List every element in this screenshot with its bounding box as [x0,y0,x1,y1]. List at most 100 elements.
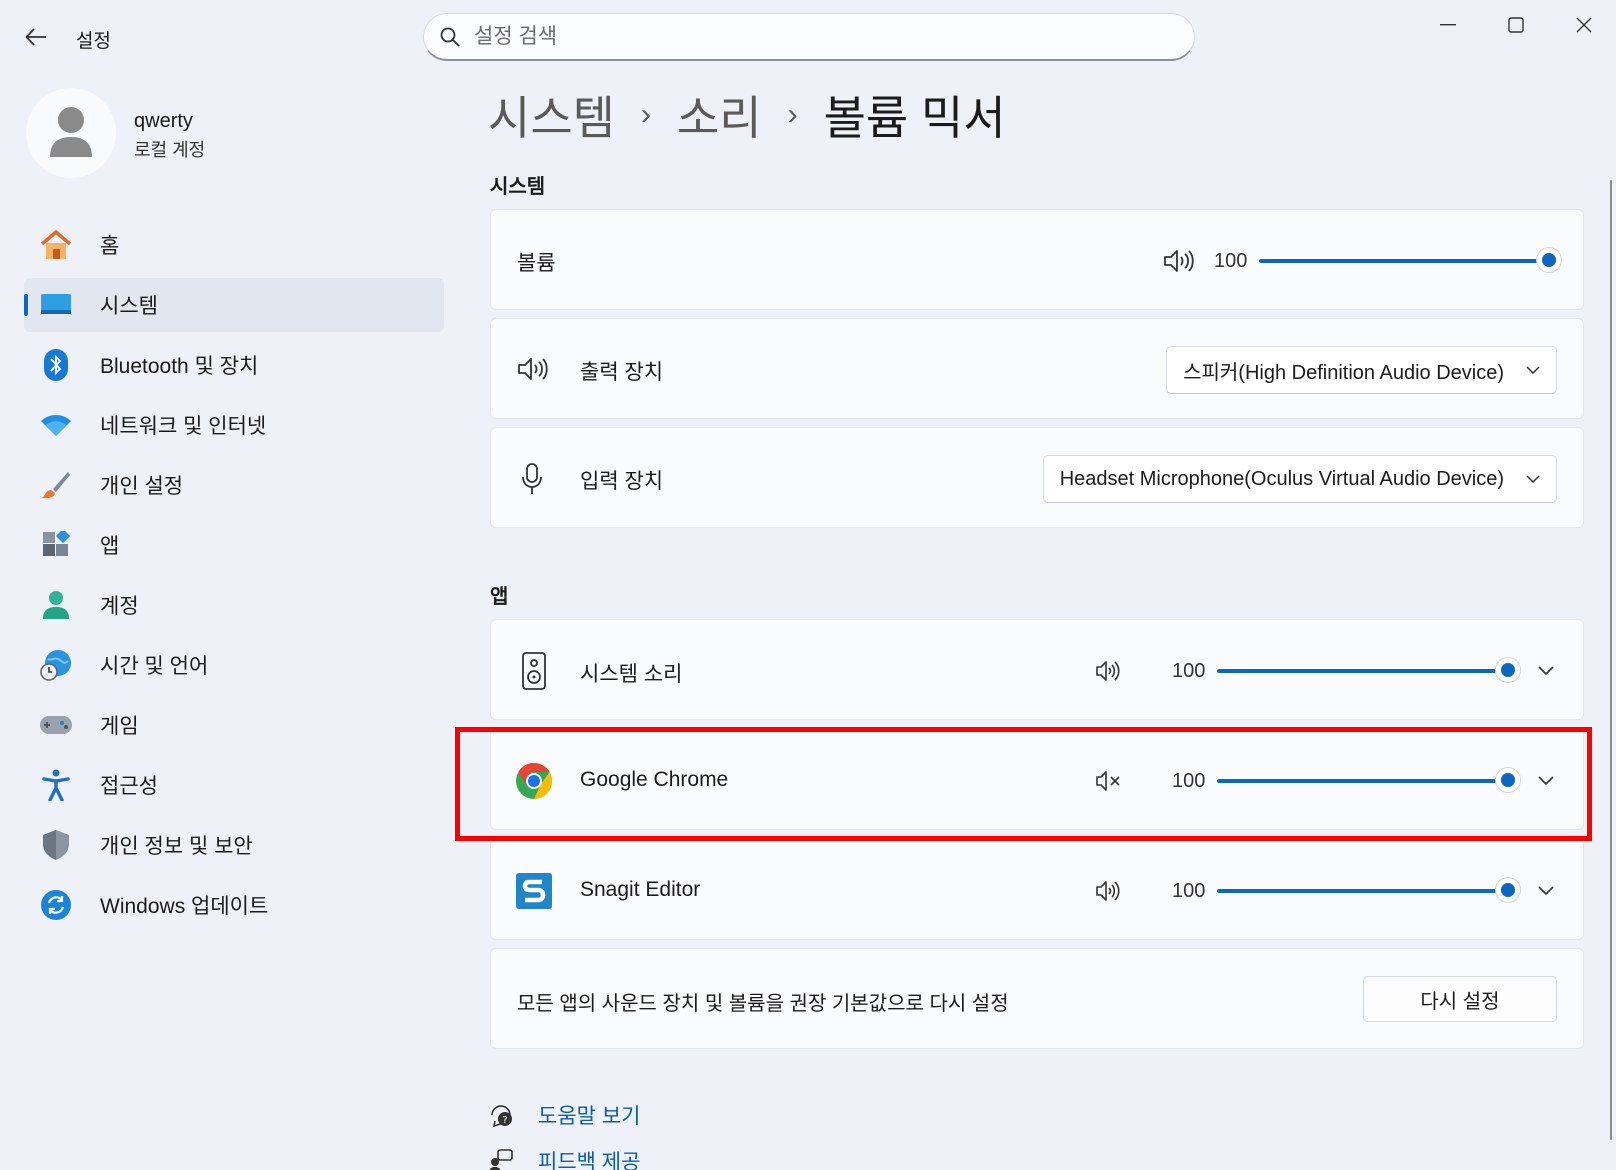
app-name: Snagit Editor [580,878,701,901]
system-icon [38,287,74,323]
reset-button[interactable]: 다시 설정 [1363,976,1557,1022]
speaker-muted-icon[interactable] [1095,770,1121,792]
sidebar-item-apps[interactable]: 앱 [24,518,444,572]
volume-slider-track[interactable] [1259,259,1549,263]
gamepad-icon [38,707,74,743]
back-button[interactable] [22,24,50,50]
input-device-dropdown[interactable]: Headset Microphone(Oculus Virtual Audio … [1042,455,1557,503]
scrollbar[interactable] [1610,180,1612,1140]
sidebar-item-privacy[interactable]: 개인 정보 및 보안 [24,818,444,872]
minimize-button[interactable] [1426,10,1470,40]
microphone-icon [522,463,542,494]
output-device-label: 출력 장치 [580,361,664,384]
search-box[interactable] [423,13,1195,61]
user-name: qwerty [134,110,193,132]
app-volume-slider-thumb[interactable] [1495,767,1521,793]
sidebar-item-system[interactable]: 시스템 [24,278,444,332]
app-volume-slider-track[interactable] [1217,779,1508,783]
search-input[interactable] [474,24,1154,49]
sidebar-item-windows-update[interactable]: Windows 업데이트 [24,878,444,932]
sidebar-item-label: 시간 및 언어 [100,655,209,678]
reset-card: 모든 앱의 사운드 장치 및 볼륨을 권장 기본값으로 다시 설정 다시 설정 [490,948,1584,1049]
wifi-icon [38,407,74,443]
sidebar-item-time-language[interactable]: 시간 및 언어 [24,638,444,692]
feedback-link-text[interactable]: 피드백 제공 [538,1146,640,1170]
svg-text:?: ? [502,1115,507,1126]
app-volume-slider-thumb[interactable] [1495,657,1521,683]
close-button[interactable] [1562,10,1606,40]
breadcrumb: 시스템 › 소리 › 볼륨 믹서 [488,82,1006,148]
search-icon [440,27,460,47]
output-device-card: 출력 장치 스피커(High Definition Audio Device) [490,318,1584,419]
master-volume-card: 볼륨 100 [490,209,1584,310]
speaker-icon[interactable] [1095,880,1121,902]
app-volume-slider-track[interactable] [1217,889,1508,893]
sidebar-item-gaming[interactable]: 게임 [24,698,444,752]
chevron-down-icon [1538,665,1554,675]
sidebar-item-label: 앱 [100,535,120,558]
feedback-icon [489,1149,513,1170]
account-icon [38,587,74,623]
section-title-apps: 앱 [490,586,509,608]
sidebar-nav: 홈 시스템 Bluetooth 및 장치 네트워크 및 인터넷 개인 설정 앱 [24,218,444,938]
sidebar-item-label: 개인 설정 [100,475,184,498]
sidebar-item-label: 개인 정보 및 보안 [100,835,253,858]
home-icon [38,227,74,263]
help-link[interactable]: ? 도움말 보기 [488,1100,640,1130]
feedback-link[interactable]: 피드백 제공 [488,1146,640,1170]
volume-slider-thumb[interactable] [1536,247,1562,273]
sidebar-item-accounts[interactable]: 계정 [24,578,444,632]
chevron-down-icon [1538,775,1554,785]
expand-button[interactable] [1531,655,1561,685]
breadcrumb-item[interactable]: 소리 [677,82,762,148]
maximize-icon [1508,17,1524,33]
speaker-icon[interactable] [1095,660,1121,682]
sidebar-item-label: 게임 [100,715,139,738]
breadcrumb-separator-icon: › [787,98,798,131]
app-volume-card: Snagit Editor 100 [490,839,1584,940]
shield-icon [38,827,74,863]
sidebar-item-personalization[interactable]: 개인 설정 [24,458,444,512]
update-icon [38,887,74,923]
expand-button[interactable] [1531,765,1561,795]
accessibility-icon [38,767,74,803]
sidebar-item-accessibility[interactable]: 접근성 [24,758,444,812]
app-volume-card: 시스템 소리 100 [490,619,1584,720]
reset-description: 모든 앱의 사운드 장치 및 볼륨을 권장 기본값으로 다시 설정 [517,993,1009,1015]
app-volume-value: 100 [1172,770,1206,792]
app-volume-card: Google Chrome 100 [490,729,1584,830]
sidebar-item-label: 네트워크 및 인터넷 [100,415,267,438]
output-device-dropdown[interactable]: 스피커(High Definition Audio Device) [1166,346,1557,394]
snagit-icon [516,873,552,909]
app-name: 시스템 소리 [580,663,683,686]
speaker-icon[interactable] [1163,248,1195,274]
bluetooth-icon [38,347,74,383]
chevron-down-icon [1538,885,1554,895]
minimize-icon [1440,24,1456,26]
speaker-icon [518,358,548,380]
app-volume-value: 100 [1172,660,1206,682]
sidebar-item-home[interactable]: 홈 [24,218,444,272]
system-sounds-icon [522,652,546,690]
sidebar-item-label: 시스템 [100,295,158,318]
app-volume-value: 100 [1172,880,1206,902]
help-link-text[interactable]: 도움말 보기 [538,1100,640,1130]
sidebar-item-label: 계정 [100,595,139,618]
sidebar-item-bluetooth[interactable]: Bluetooth 및 장치 [24,338,444,392]
chevron-down-icon [1526,475,1540,483]
breadcrumb-item[interactable]: 시스템 [488,82,615,148]
apps-icon [38,527,74,563]
sidebar-item-label: 홈 [100,235,120,258]
maximize-button[interactable] [1494,10,1538,40]
section-title-system: 시스템 [490,176,546,198]
account-type: 로컬 계정 [134,140,206,160]
app-volume-slider-thumb[interactable] [1495,877,1521,903]
expand-button[interactable] [1531,875,1561,905]
page-title: 볼륨 믹서 [823,92,1006,144]
app-volume-slider-track[interactable] [1217,669,1508,673]
app-title: 설정 [76,31,111,52]
globe-clock-icon [38,647,74,683]
sidebar-item-network[interactable]: 네트워크 및 인터넷 [24,398,444,452]
avatar[interactable] [26,88,116,178]
user-avatar-icon [50,107,92,157]
